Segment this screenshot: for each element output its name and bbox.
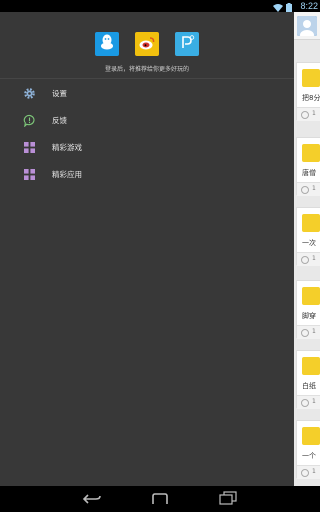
feed-card[interactable]: 一次 1 <box>296 207 320 266</box>
emoji-icon[interactable] <box>301 111 309 119</box>
card-thumbnail <box>302 357 320 375</box>
back-icon <box>82 490 102 509</box>
qq-login-button[interactable] <box>95 32 119 56</box>
weibo-icon <box>139 35 155 54</box>
feed-card[interactable]: 脚穿 1 <box>296 280 320 339</box>
card-actions: 1 <box>297 465 320 479</box>
feedback-icon <box>22 114 36 128</box>
p-icon <box>179 34 195 54</box>
card-text: 把8分 <box>302 94 320 102</box>
gear-icon <box>22 87 36 101</box>
card-thumbnail <box>302 427 320 445</box>
menu-item-games[interactable]: 精彩游戏 <box>0 134 294 161</box>
menu-label-settings: 设置 <box>52 89 67 98</box>
recent-apps-button[interactable] <box>216 490 240 508</box>
card-count: 1 <box>312 255 316 262</box>
card-actions: 1 <box>297 325 320 339</box>
status-time: 8:22 <box>300 1 318 11</box>
emoji-icon[interactable] <box>301 399 309 407</box>
card-actions: 1 <box>297 252 320 266</box>
card-actions: 1 <box>297 395 320 409</box>
card-text: 唐僧 <box>302 169 316 177</box>
navigation-bar <box>0 486 320 512</box>
grid-icon <box>22 141 36 155</box>
feed-card[interactable]: 一个 1 <box>296 420 320 479</box>
card-text: 脚穿 <box>302 312 316 320</box>
qq-icon <box>100 34 114 54</box>
login-hint: 登录后，将推荐给你更多好玩的 <box>104 66 189 73</box>
login-buttons <box>0 32 294 56</box>
card-count: 1 <box>312 110 316 117</box>
menu-item-apps[interactable]: 精彩应用 <box>0 161 294 188</box>
card-count: 1 <box>312 468 316 475</box>
drawer-menu: 设置 反馈 精彩游戏 精彩应用 <box>0 80 294 188</box>
card-count: 1 <box>312 398 316 405</box>
card-count: 1 <box>312 328 316 335</box>
menu-item-feedback[interactable]: 反馈 <box>0 107 294 134</box>
menu-label-games: 精彩游戏 <box>52 143 82 152</box>
card-actions: 1 <box>297 107 320 121</box>
emoji-icon[interactable] <box>301 256 309 264</box>
menu-label-feedback: 反馈 <box>52 116 67 125</box>
card-thumbnail <box>302 287 320 305</box>
card-thumbnail <box>302 144 320 162</box>
feed-card[interactable]: 白纸 1 <box>296 350 320 409</box>
divider <box>0 78 294 79</box>
weibo-login-button[interactable] <box>135 32 159 56</box>
emoji-icon[interactable] <box>301 469 309 477</box>
card-thumbnail <box>302 69 320 87</box>
emoji-icon[interactable] <box>301 186 309 194</box>
home-button[interactable] <box>148 490 172 508</box>
menu-item-settings[interactable]: 设置 <box>0 80 294 107</box>
status-bar: 8:22 <box>0 0 320 12</box>
status-icons <box>273 1 292 12</box>
content-feed[interactable]: 把8分 1 唐僧 1 一次 1 脚穿 1 白纸 1 一个 1 <box>294 12 320 486</box>
home-icon <box>150 490 170 509</box>
menu-label-apps: 精彩应用 <box>52 170 82 179</box>
recent-apps-icon <box>219 490 237 509</box>
card-text: 一次 <box>302 239 316 247</box>
avatar[interactable] <box>297 16 317 36</box>
navigation-drawer: 登录后，将推荐给你更多好玩的 设置 反馈 精彩游戏 精彩应用 <box>0 12 294 486</box>
card-thumbnail <box>302 214 320 232</box>
grid-icon <box>22 168 36 182</box>
card-actions: 1 <box>297 182 320 196</box>
back-button[interactable] <box>80 490 104 508</box>
feed-header <box>294 12 320 40</box>
p-login-button[interactable] <box>175 32 199 56</box>
feed-card[interactable]: 把8分 1 <box>296 62 320 121</box>
card-text: 白纸 <box>302 382 316 390</box>
emoji-icon[interactable] <box>301 329 309 337</box>
feed-card[interactable]: 唐僧 1 <box>296 137 320 196</box>
card-count: 1 <box>312 185 316 192</box>
card-text: 一个 <box>302 452 316 460</box>
